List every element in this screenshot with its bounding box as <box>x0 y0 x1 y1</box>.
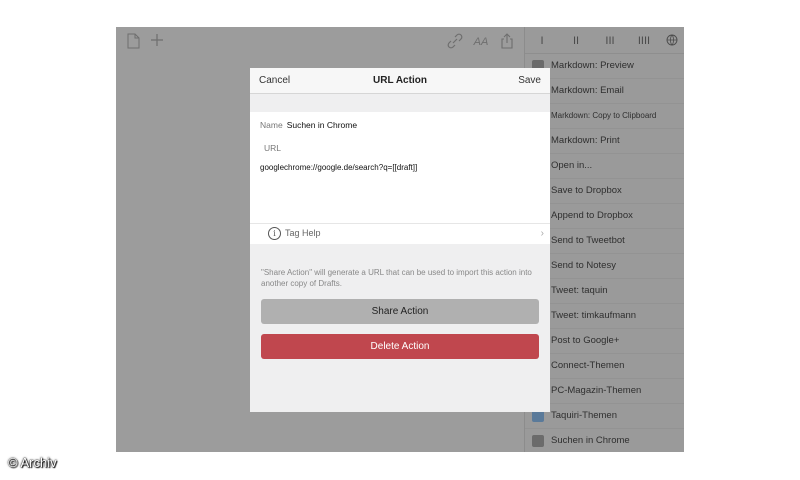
tab-2[interactable]: II <box>569 34 583 48</box>
sidebar-item-suchen-in-chrome[interactable]: Suchen in Chrome <box>525 429 684 452</box>
add-icon[interactable] <box>148 33 166 51</box>
sidebar-item-label: Tweet: timkaufmann <box>551 310 637 321</box>
name-value[interactable]: Suchen in Chrome <box>287 120 357 130</box>
info-icon: i <box>268 227 281 240</box>
sidebar-item-label: Save to Dropbox <box>551 185 622 196</box>
sidebar-item-label: Markdown: Copy to Clipboard <box>551 111 657 120</box>
sidebar-item-label: Markdown: Email <box>551 85 624 96</box>
sidebar-item-label: Tweet: taquin <box>551 285 608 296</box>
sidebar-item-label: Append to Dropbox <box>551 210 633 221</box>
name-label: Name <box>260 120 283 130</box>
url-action-dialog: Cancel URL Action Save Name Suchen in Chr… <box>250 68 550 412</box>
new-document-icon[interactable] <box>124 33 142 51</box>
sidebar-item-label: Send to Notesy <box>551 260 616 271</box>
ipad-screen: AA I II III IIII Markdown: Preview Markd… <box>116 27 684 452</box>
sidebar-item-label: Send to Tweetbot <box>551 235 625 246</box>
sidebar-item-label: PC-Magazin-Themen <box>551 385 642 396</box>
url-field[interactable]: googlechrome://google.de/search?q=[[draf… <box>260 163 417 172</box>
link-icon[interactable] <box>446 33 464 51</box>
sidebar-item-label: Markdown: Print <box>551 135 620 146</box>
sidebar-item-label: Open in... <box>551 160 593 171</box>
sidebar-item-label: Connect-Themen <box>551 360 625 371</box>
sidebar-item-label: Suchen in Chrome <box>551 435 630 446</box>
share-action-button[interactable]: Share Action <box>261 299 539 324</box>
tag-help-label: Tag Help <box>285 228 321 238</box>
tab-1[interactable]: I <box>535 34 549 48</box>
share-note: "Share Action" will generate a URL that … <box>261 268 532 288</box>
url-label: URL <box>264 143 282 153</box>
dialog-header: Cancel URL Action Save <box>250 68 550 94</box>
chrome-icon <box>532 435 544 447</box>
delete-action-button[interactable]: Delete Action <box>261 334 539 359</box>
tag-help-row[interactable]: i Tag Help › <box>250 223 550 244</box>
sidebar-item-label: Markdown: Preview <box>551 60 634 71</box>
action-form: Name Suchen in Chrome URL googlechrome://… <box>250 112 550 244</box>
name-field[interactable]: Name Suchen in Chrome <box>260 119 357 131</box>
globe-icon[interactable] <box>665 34 679 48</box>
sidebar-item-label: Taquiri-Themen <box>551 410 617 421</box>
share-icon[interactable] <box>498 33 516 51</box>
watermark: © Archiv <box>8 455 57 470</box>
sidebar-tabs: I II III IIII <box>525 27 684 54</box>
dialog-footer-space <box>250 365 550 412</box>
tab-3[interactable]: III <box>603 34 617 48</box>
save-button[interactable]: Save <box>518 68 541 94</box>
dialog-title: URL Action <box>373 75 427 86</box>
tab-4[interactable]: IIII <box>637 34 651 48</box>
sidebar-item-label: Post to Google+ <box>551 335 620 346</box>
font-size-icon[interactable]: AA <box>472 33 490 51</box>
chevron-right-icon: › <box>540 228 544 239</box>
